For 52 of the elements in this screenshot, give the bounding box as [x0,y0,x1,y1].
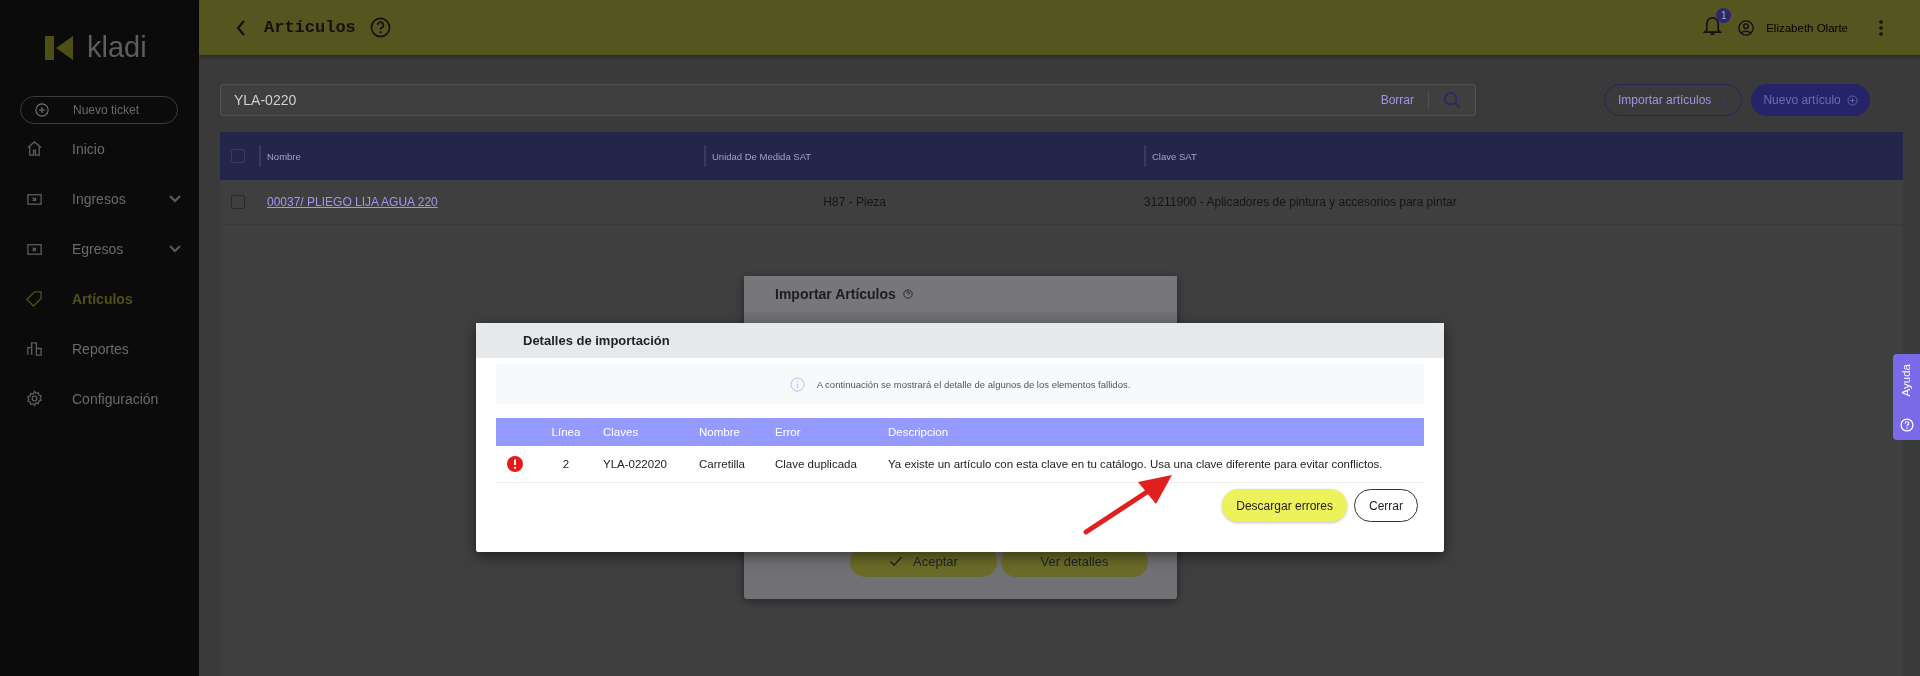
sidebar-item[interactable]: Egresos [0,223,199,274]
more-options-icon[interactable] [1879,19,1883,36]
sidebar-item[interactable]: Inicio [0,123,199,174]
close-button[interactable]: Cerrar [1354,489,1418,522]
upload-icon [1719,94,1729,106]
table-cell-text: Carretilla [699,458,746,470]
column-header: Unidad De Medida SAT [704,145,1144,167]
new-item-button[interactable]: Nuevo artículo [1751,84,1870,116]
logo-icon [45,35,75,60]
download-errors-button[interactable]: Descargar errores [1222,489,1347,522]
help-icon [1899,418,1914,432]
plus-circle-icon [35,103,49,117]
info-icon [789,376,805,392]
help-icon[interactable] [902,289,913,299]
back-icon[interactable] [236,19,246,36]
page-title: Artículos [264,18,356,37]
bell-icon[interactable] [1703,15,1723,36]
tag-icon [26,290,43,307]
user-avatar-icon[interactable] [1738,19,1755,36]
dialog-title: Detalles de importación [523,333,670,348]
table-cell-text: 2 [561,458,571,470]
info-text: A continuación se mostrará el detalle de algunos de los elementos fallidos. [816,378,1131,390]
table-cell-text: Clave duplicada [775,458,858,470]
item-link[interactable]: 00037/ PLIEGO LIJA AGUA 220 [267,195,438,209]
sidebar-item[interactable]: Reportes [0,323,199,374]
column-header: Claves [603,426,640,438]
column-header: Nombre [699,426,741,438]
home-icon [26,140,43,157]
user-name[interactable]: Elizabeth Olarte [1766,21,1848,34]
column-header: Nombre [259,145,704,167]
error-icon [507,456,523,472]
search-icon[interactable] [1443,91,1461,109]
help-icon[interactable] [369,17,391,38]
notification-badge: 1 [1716,8,1732,23]
column-header: Línea [550,426,582,438]
column-header: Descripcion [888,426,950,438]
settings-icon [26,390,43,407]
table-cell-text: YLA-022020 [603,458,668,470]
search-field[interactable]: YLA-0220 Borrar [220,84,1476,116]
logo-text: kladi [87,33,147,62]
check-icon [889,556,904,567]
table-cell-text: Ya existe un artículo con esta clave en tu catálogo. Usa una clave diferente para evitar conflictos. [888,458,1384,470]
clear-link[interactable]: Borrar [1380,93,1414,107]
sidebar-item[interactable]: Configuración [0,373,199,424]
column-header: Error [775,426,802,438]
sidebar-item[interactable]: Ingresos [0,173,199,224]
plus-circle-icon [1846,94,1858,106]
column-header: Clave SAT [1144,145,1903,167]
help-tab[interactable]: Ayuda [1893,354,1920,440]
dialog-title: Importar Artículos [775,286,896,302]
bar-chart-icon [26,340,43,357]
sidebar-item[interactable]: Artículos [0,273,199,324]
